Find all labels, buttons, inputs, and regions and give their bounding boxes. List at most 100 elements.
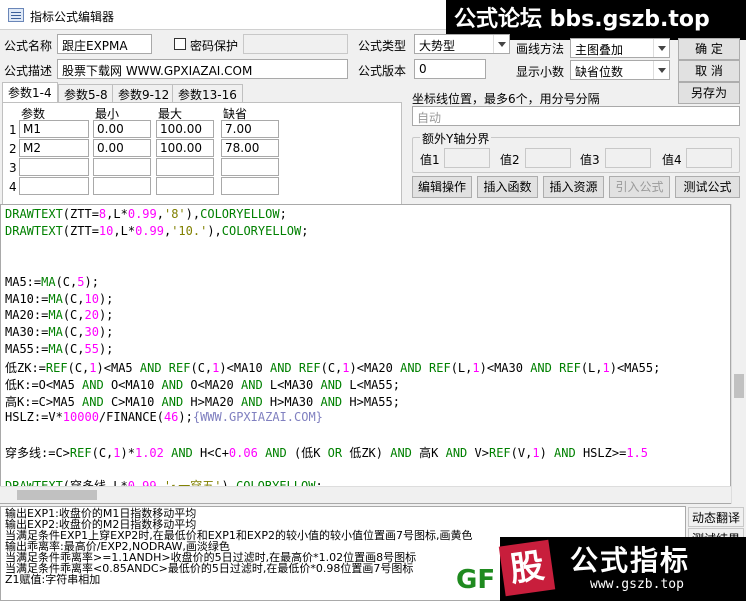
code-token: 55 (84, 342, 99, 357)
y-value-3-label: 值3 (580, 153, 600, 167)
param-default-input[interactable] (221, 158, 279, 176)
param-name-input[interactable]: M1 (19, 120, 89, 138)
vertical-scrollbar[interactable] (731, 204, 746, 504)
param-min-input[interactable] (93, 158, 151, 176)
code-token: {WWW.GPXIAZAI.COM} (192, 409, 323, 424)
password-label: 密码保护 (190, 39, 239, 53)
code-token: )<MA5 (96, 361, 140, 376)
horizontal-scroll-thumb[interactable] (17, 490, 97, 500)
param-name-input[interactable] (19, 158, 89, 176)
code-token: AND (320, 378, 343, 392)
code-token: H>MA55; (342, 394, 400, 409)
param-min-input[interactable] (93, 177, 151, 195)
edit-ops-button[interactable]: 编辑操作 (412, 176, 472, 198)
code-token: REF (298, 361, 321, 376)
axis-position-input[interactable]: 自动 (412, 106, 740, 126)
code-token: 低K:=O<MA5 (5, 378, 83, 392)
param-max-input[interactable] (156, 177, 214, 195)
param-max-input[interactable] (156, 158, 214, 176)
code-token: AND (171, 445, 193, 460)
tab-params-5-8[interactable]: 参数5-8 (58, 84, 114, 102)
code-token: 1 (602, 361, 610, 376)
dynamic-translate-button[interactable]: 动态翻译 (688, 507, 744, 527)
logo-url: www.gszb.top (590, 577, 684, 592)
param-name-input[interactable]: M2 (19, 139, 89, 157)
chevron-down-icon (493, 35, 509, 53)
param-max-input[interactable]: 100.00 (156, 120, 214, 138)
code-line: MA30:=MA(C,30); (5, 325, 113, 339)
param-default-input[interactable]: 7.00 (221, 120, 279, 138)
code-token: 10 (84, 291, 99, 306)
cancel-button[interactable]: 取 消 (678, 60, 740, 82)
decimal-select[interactable]: 缺省位数 (570, 60, 670, 80)
import-formula-button[interactable]: 引入公式 (609, 176, 670, 198)
code-token: (ZTT= (62, 207, 99, 221)
test-formula-button[interactable]: 测试公式 (675, 176, 740, 198)
code-token: 1 (342, 361, 350, 376)
tab-params-1-4[interactable]: 参数1-4 (2, 82, 58, 103)
code-token: HSLZ>= (575, 445, 627, 460)
draw-method-select[interactable]: 主图叠加 (570, 38, 670, 58)
code-line: DRAWTEXT(ZTT=10,L*0.99,'10.'),COLORYELLO… (5, 224, 309, 238)
code-token: '10.' (171, 223, 208, 238)
insert-resource-button[interactable]: 插入资源 (543, 176, 604, 198)
code-token: 1 (89, 361, 97, 376)
code-token: AND (161, 394, 184, 409)
code-token: 0.99 (127, 207, 157, 221)
code-token: ); (98, 291, 114, 306)
param-panel: 参数 最小 最大 缺省 1 M1 0.00 100.00 7.00 2 M2 0… (2, 102, 402, 206)
param-default-input[interactable]: 78.00 (221, 139, 279, 157)
tab-params-13-16[interactable]: 参数13-16 (172, 84, 243, 102)
formula-type-select[interactable]: 大势型 (414, 34, 510, 54)
code-token: DRAWTEXT (5, 207, 63, 221)
code-token: AND (445, 445, 468, 460)
chevron-down-icon (653, 61, 669, 79)
code-token: ); (98, 308, 114, 323)
password-checkbox[interactable] (174, 38, 186, 50)
param-min-input[interactable]: 0.00 (93, 139, 151, 157)
code-token: AND (82, 378, 104, 392)
code-token: )<MA55; (609, 361, 661, 376)
code-token: 1 (472, 361, 480, 376)
formula-version-input[interactable]: 0 (414, 59, 486, 79)
password-input[interactable] (243, 34, 348, 54)
y-value-3-input[interactable] (605, 148, 651, 168)
insert-function-button[interactable]: 插入函数 (477, 176, 538, 198)
code-line: MA55:=MA(C,55); (5, 342, 113, 356)
code-token: H>MA30 (262, 394, 321, 409)
code-token: AND (320, 394, 343, 409)
code-token: 1 (113, 445, 121, 460)
code-token: MA (48, 342, 63, 357)
param-default-input[interactable] (221, 177, 279, 195)
code-editor[interactable]: DRAWTEXT(ZTT=8,L*0.99,'8'),COLORYELLOW; D… (0, 204, 731, 504)
code-token: (C, (62, 342, 85, 357)
tab-params-9-12[interactable]: 参数9-12 (112, 84, 176, 102)
y-value-1-input[interactable] (444, 148, 490, 168)
code-line: 穿多线:=C>REF(C,1)*1.02 AND H<C+0.06 AND (低… (5, 444, 648, 461)
param-name-input[interactable] (19, 177, 89, 195)
param-max-input[interactable]: 100.00 (156, 139, 214, 157)
code-token: (C, (190, 361, 213, 376)
code-token: 10000 (62, 409, 99, 424)
code-token: AND (139, 361, 162, 376)
code-line: 高K:=C>MA5 AND C>MA10 AND H>MA20 AND H>MA… (5, 393, 400, 410)
code-token: AND (161, 378, 184, 392)
code-token: REF (488, 445, 511, 460)
y-value-4-input[interactable] (686, 148, 732, 168)
code-token: AND (554, 445, 576, 460)
confirm-button[interactable]: 确 定 (678, 38, 740, 60)
code-token: 1.5 (626, 445, 648, 460)
formula-name-input[interactable]: 跟庄EXPMA (57, 34, 152, 54)
save-as-button[interactable]: 另存为 (678, 82, 740, 104)
formula-desc-input[interactable]: 股票下载网 WWW.GPXIAZAI.COM (57, 59, 348, 79)
code-token: REF (168, 361, 191, 376)
horizontal-scrollbar[interactable] (0, 486, 731, 503)
extra-y-axis-label: 额外Y轴分界 (420, 130, 492, 147)
vertical-scroll-thumb[interactable] (734, 374, 744, 398)
y-value-2-input[interactable] (525, 148, 571, 168)
code-line: MA10:=MA(C,10); (5, 292, 113, 306)
code-token: , (156, 207, 164, 221)
code-token: /FINANCE( (98, 409, 164, 424)
param-min-input[interactable]: 0.00 (93, 120, 151, 138)
